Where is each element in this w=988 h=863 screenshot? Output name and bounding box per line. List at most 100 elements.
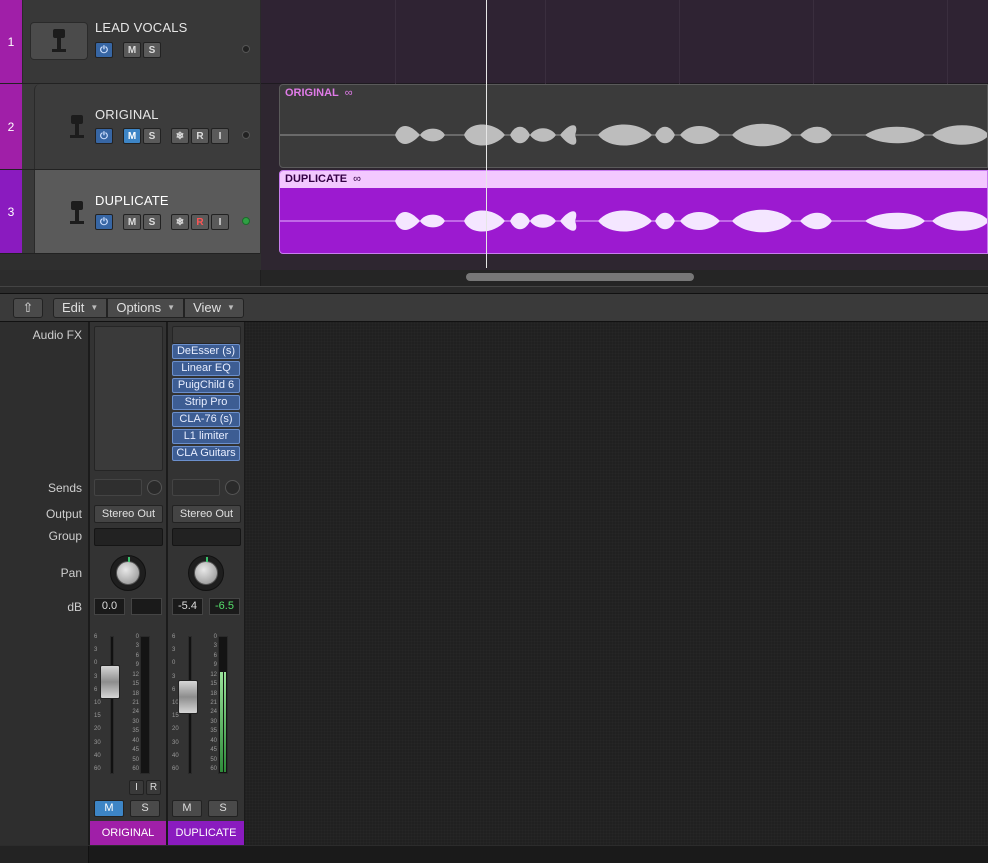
mute-solo-row: M S bbox=[172, 800, 238, 817]
scale-tick-label: 30 bbox=[132, 718, 139, 725]
db-label: dB bbox=[67, 600, 82, 614]
volume-readout[interactable]: 0.0 bbox=[94, 598, 125, 615]
mute-button[interactable]: M bbox=[123, 128, 141, 144]
pan-knob[interactable] bbox=[110, 555, 146, 591]
scale-tick-label: 60 bbox=[172, 766, 179, 772]
mute-button[interactable]: M bbox=[123, 214, 141, 230]
track-header-lead-vocals[interactable]: 1 ▼ LEAD VOCALS ⏻ M S bbox=[0, 0, 260, 84]
mixer-empty-area bbox=[245, 322, 988, 847]
solo-button[interactable]: S bbox=[143, 214, 161, 230]
mixer: Audio FX Sends Output Group Pan dB Stere… bbox=[0, 322, 988, 863]
plugin-slot[interactable]: Linear EQ bbox=[172, 361, 240, 376]
power-icon[interactable]: ⏻ bbox=[95, 42, 113, 58]
level-meter bbox=[218, 636, 228, 774]
freeze-icon[interactable]: ❄ bbox=[171, 128, 189, 144]
freeze-icon[interactable]: ❄ bbox=[171, 214, 189, 230]
plugin-slot[interactable]: DeEsser (s) bbox=[172, 344, 240, 359]
up-arrow-icon[interactable]: ⇧ bbox=[13, 297, 43, 318]
scale-tick-label: 60 bbox=[132, 766, 139, 772]
record-button[interactable]: R bbox=[146, 780, 161, 795]
track-list-scroll-area bbox=[0, 270, 261, 286]
level-meter bbox=[140, 636, 150, 774]
scale-tick-label: 6 bbox=[172, 686, 176, 693]
plugin-slot[interactable]: CLA-76 (s) bbox=[172, 412, 240, 427]
output-button[interactable]: Stereo Out bbox=[94, 505, 163, 523]
scale-tick-label: 60 bbox=[94, 766, 101, 772]
view-menu[interactable]: View ▼ bbox=[184, 297, 244, 318]
send-slot[interactable] bbox=[172, 479, 220, 496]
fader-track[interactable] bbox=[110, 636, 114, 774]
input-monitor-button[interactable]: I bbox=[211, 214, 229, 230]
track-header-duplicate[interactable]: 3 DUPLICATE ⏻ M S ❄ R I bbox=[0, 170, 260, 254]
plugin-slot[interactable]: PuigChild 6 bbox=[172, 378, 240, 393]
chevron-down-icon: ▼ bbox=[90, 303, 99, 312]
audio-region-original[interactable]: ORIGINAL ∞ bbox=[279, 84, 988, 168]
plugin-slot[interactable]: L1 limiter bbox=[172, 429, 240, 444]
horizontal-scrollbar[interactable] bbox=[261, 270, 988, 286]
volume-readout[interactable]: -5.4 bbox=[172, 598, 203, 615]
scale-tick-label: 18 bbox=[132, 690, 139, 697]
channel-name[interactable]: DUPLICATE bbox=[168, 821, 244, 845]
scale-tick-label: 0 bbox=[135, 634, 139, 640]
send-level-knob[interactable] bbox=[225, 480, 240, 495]
scrollbar-thumb[interactable] bbox=[466, 273, 694, 281]
volume-fader[interactable] bbox=[100, 665, 120, 700]
power-icon[interactable]: ⏻ bbox=[95, 128, 113, 144]
output-button[interactable]: Stereo Out bbox=[172, 505, 241, 523]
pan-label: Pan bbox=[60, 566, 82, 580]
footer-left-panel bbox=[0, 846, 89, 863]
region-title: DUPLICATE ∞ bbox=[280, 171, 987, 188]
group-slot[interactable] bbox=[94, 528, 163, 546]
mute-button[interactable]: M bbox=[123, 42, 141, 58]
track-header-original[interactable]: 2 ORIGINAL ⏻ M S ❄ R I bbox=[0, 84, 260, 170]
timeline[interactable]: ORIGINAL ∞ DUPLICATE ∞ bbox=[261, 0, 988, 270]
scale-tick-label: 0 bbox=[94, 660, 98, 667]
scale-tick-label: 24 bbox=[132, 709, 139, 716]
record-button[interactable]: R bbox=[191, 214, 209, 230]
group-slot[interactable] bbox=[172, 528, 241, 546]
channel-name[interactable]: ORIGINAL bbox=[90, 821, 166, 845]
scale-tick-label: 20 bbox=[94, 726, 101, 733]
power-icon[interactable]: ⏻ bbox=[95, 214, 113, 230]
track-name[interactable]: LEAD VOCALS bbox=[95, 20, 188, 35]
sends-label: Sends bbox=[47, 481, 82, 495]
solo-button[interactable]: S bbox=[143, 128, 161, 144]
solo-button[interactable]: S bbox=[208, 800, 238, 817]
solo-button[interactable]: S bbox=[130, 800, 160, 817]
tracks-area: 1 ▼ LEAD VOCALS ⏻ M S 2 ORIGINAL ⏻ bbox=[0, 0, 988, 270]
channel-strip-original: Stereo Out 0.0 6 3 0 3 6 10 15 20 30 40 60 0 3 6 9 12 1… bbox=[89, 322, 167, 847]
audio-region-duplicate[interactable]: DUPLICATE ∞ bbox=[279, 170, 988, 254]
loop-icon: ∞ bbox=[344, 87, 353, 99]
scale-tick-label: 3 bbox=[172, 673, 176, 680]
mute-button[interactable]: M bbox=[172, 800, 202, 817]
options-menu[interactable]: Options ▼ bbox=[107, 297, 185, 318]
track-number: 3 bbox=[0, 170, 22, 253]
mute-button[interactable]: M bbox=[94, 800, 124, 817]
edit-menu[interactable]: Edit ▼ bbox=[53, 297, 108, 318]
input-monitor-button[interactable]: I bbox=[129, 780, 144, 795]
pan-knob[interactable] bbox=[188, 555, 224, 591]
send-level-knob[interactable] bbox=[147, 480, 162, 495]
track-name[interactable]: DUPLICATE bbox=[95, 193, 169, 208]
scale-tick-label: 40 bbox=[132, 737, 139, 744]
chevron-down-icon: ▼ bbox=[227, 303, 235, 312]
send-slot[interactable] bbox=[94, 479, 142, 496]
solo-button[interactable]: S bbox=[143, 42, 161, 58]
input-monitor-button[interactable]: I bbox=[211, 128, 229, 144]
scale-tick-label: 0 bbox=[213, 634, 217, 640]
scale-tick-label: 35 bbox=[132, 728, 139, 735]
peak-readout[interactable] bbox=[131, 598, 162, 615]
pane-divider[interactable] bbox=[0, 286, 988, 294]
record-button[interactable]: R bbox=[191, 128, 209, 144]
plugin-slot[interactable]: Strip Pro bbox=[172, 395, 240, 410]
playhead[interactable] bbox=[486, 0, 487, 268]
volume-fader[interactable] bbox=[178, 679, 198, 714]
scale-tick-label: 12 bbox=[210, 671, 217, 678]
scale-tick-label: 9 bbox=[135, 662, 139, 669]
scale-tick-label: 30 bbox=[172, 739, 179, 746]
audio-fx-slot[interactable] bbox=[94, 326, 163, 471]
audio-fx-slot[interactable] bbox=[172, 326, 241, 344]
plugin-slot[interactable]: CLA Guitars bbox=[172, 446, 240, 461]
track-name[interactable]: ORIGINAL bbox=[95, 107, 159, 122]
peak-readout[interactable]: -6.5 bbox=[209, 598, 240, 615]
